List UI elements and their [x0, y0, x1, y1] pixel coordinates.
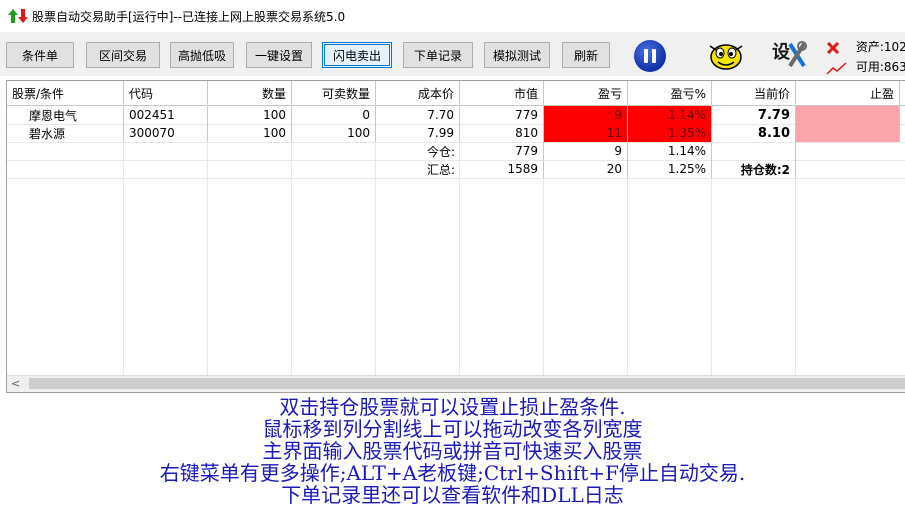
stock-name-cell: 碧水源: [7, 124, 124, 142]
pause-button[interactable]: [634, 40, 666, 72]
cost-cell: 7.70: [376, 106, 460, 124]
available-text: 可用:863: [855, 60, 905, 74]
pnl-cell: 11: [544, 124, 628, 142]
scrollbar-thumb[interactable]: [29, 378, 905, 389]
one-click-setup-button[interactable]: 一键设置: [246, 42, 312, 68]
code-cell: 300070: [124, 124, 208, 142]
summary-value: 1589: [460, 160, 544, 178]
range-trading-button[interactable]: 区间交易: [86, 42, 160, 68]
table-header: 股票/条件 代码 数量 可卖数量 成本价 市值 盈亏 盈亏% 当前价 止盈: [7, 81, 905, 106]
col-header-stock[interactable]: 股票/条件: [7, 81, 124, 105]
quantity-cell: 100: [208, 124, 292, 142]
summary-value: 779: [460, 142, 544, 160]
assets-text: 资产:102: [855, 40, 905, 54]
col-header-sellable[interactable]: 可卖数量: [292, 81, 376, 105]
summary-label: 今仓:: [426, 144, 455, 159]
assets-readout: 资产:102: [826, 38, 905, 54]
window-title: 股票自动交易助手[运行中]--已连接上网上股票交易系统5.0: [32, 10, 346, 24]
summary-extra: [712, 142, 796, 160]
pnl-cell: 9: [544, 106, 628, 124]
pnl-pct-cell: 1.35%: [628, 124, 712, 142]
cost-cell: 7.99: [376, 124, 460, 142]
trend-line-icon: [826, 61, 847, 75]
col-header-quantity[interactable]: 数量: [208, 81, 292, 105]
horizontal-scrollbar[interactable]: <: [7, 375, 905, 392]
simulation-test-button[interactable]: 模拟测试: [484, 42, 550, 68]
current-price-cell: 8.10: [712, 124, 796, 142]
title-bar: 股票自动交易助手[运行中]--已连接上网上股票交易系统5.0: [0, 0, 905, 32]
position-count: 持仓数:2: [712, 160, 796, 178]
col-header-current-price[interactable]: 当前价: [712, 81, 796, 105]
tip-line: 双击持仓股票就可以设置止损止盈条件.: [279, 395, 626, 419]
order-records-button[interactable]: 下单记录: [403, 42, 473, 68]
code-cell: 002451: [124, 106, 208, 124]
current-price-cell: 7.79: [712, 106, 796, 124]
up-down-arrows-icon: [8, 9, 28, 23]
sellable-cell: 100: [292, 124, 376, 142]
market-value-cell: 810: [460, 124, 544, 142]
summary-label: 汇总:: [426, 162, 455, 177]
pnl-pct-cell: 1.14%: [628, 106, 712, 124]
sellable-cell: 0: [292, 106, 376, 124]
table-row[interactable]: 摩恩电气 002451 100 0 7.70 779 9 1.14% 7.79: [7, 106, 905, 125]
tip-line: 主界面输入股票代码或拼音可快速买入股票: [262, 439, 643, 463]
col-header-market-value[interactable]: 市值: [460, 81, 544, 105]
close-red-x-icon: [826, 41, 840, 54]
pause-icon: [644, 49, 648, 63]
tip-line: 右键菜单有更多操作;ALT+A老板键;Ctrl+Shift+F停止自动交易.: [159, 461, 746, 485]
col-header-code[interactable]: 代码: [124, 81, 208, 105]
col-header-take-profit[interactable]: 止盈: [796, 81, 900, 105]
col-header-cost[interactable]: 成本价: [376, 81, 460, 105]
col-header-pnl[interactable]: 盈亏: [544, 81, 628, 105]
summary-pnl-pct: 1.25%: [628, 160, 712, 178]
high-sell-low-buy-button[interactable]: 高抛低吸: [170, 42, 234, 68]
col-header-pnl-pct[interactable]: 盈亏%: [628, 81, 712, 105]
conditional-order-button[interactable]: 条件单: [6, 42, 74, 68]
stock-name-cell: 摩恩电气: [7, 106, 124, 124]
summary-pnl: 20: [544, 160, 628, 178]
refresh-button[interactable]: 刷新: [562, 42, 610, 68]
table-row[interactable]: 碧水源 300070 100 100 7.99 810 11 1.35% 8.1…: [7, 124, 905, 143]
svg-text:设: 设: [772, 42, 790, 63]
scroll-left-icon[interactable]: <: [11, 377, 20, 390]
summary-pnl: 9: [544, 142, 628, 160]
flash-sell-button[interactable]: 闪电卖出: [322, 42, 392, 68]
summary-row-total: 汇总: 1589 20 1.25% 持仓数:2: [7, 160, 905, 179]
take-profit-cell[interactable]: [796, 124, 900, 142]
market-value-cell: 779: [460, 106, 544, 124]
tip-line: 鼠标移到列分割线上可以拖动改变各列宽度: [262, 417, 643, 441]
positions-table[interactable]: 股票/条件 代码 数量 可卖数量 成本价 市值 盈亏 盈亏% 当前价 止盈 摩恩…: [6, 80, 905, 393]
settings-tools-icon[interactable]: 设: [770, 38, 808, 72]
summary-row-today: 今仓: 779 9 1.14%: [7, 142, 905, 161]
quantity-cell: 100: [208, 106, 292, 124]
summary-pnl-pct: 1.14%: [628, 142, 712, 160]
tip-line: 下单记录里还可以查看软件和DLL日志: [281, 483, 624, 507]
take-profit-cell[interactable]: [796, 106, 900, 124]
tips-panel: 双击持仓股票就可以设置止损止盈条件. 鼠标移到列分割线上可以拖动改变各列宽度 主…: [0, 394, 905, 515]
smiley-help-icon[interactable]: [706, 38, 746, 72]
available-readout: 可用:863: [826, 58, 905, 75]
